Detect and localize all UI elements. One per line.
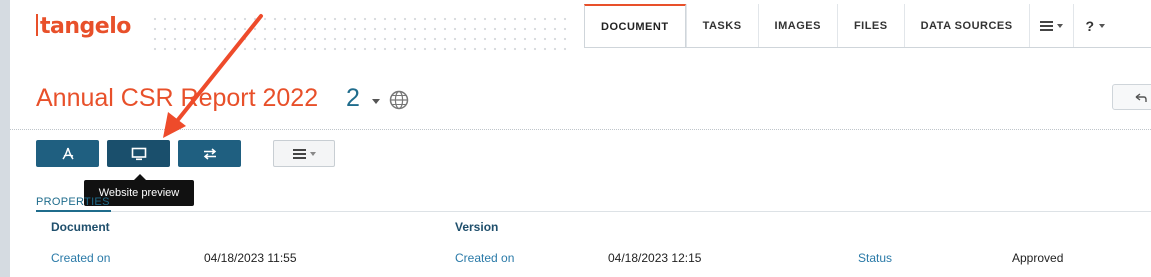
title-divider <box>10 129 1151 130</box>
chevron-down-icon <box>1056 24 1063 28</box>
status-label: Status <box>858 251 893 265</box>
globe-icon[interactable] <box>389 90 409 110</box>
more-actions-button[interactable] <box>273 140 335 167</box>
chevron-down-icon <box>309 151 316 156</box>
website-preview-button[interactable] <box>107 140 170 167</box>
back-button[interactable] <box>1112 84 1151 110</box>
swap-arrows-icon <box>203 147 216 160</box>
pdf-icon <box>61 147 74 159</box>
status-value: Approved <box>1012 251 1064 265</box>
compare-button[interactable] <box>178 140 241 167</box>
monitor-icon <box>131 147 146 160</box>
pdf-button[interactable] <box>36 140 99 167</box>
chevron-down-icon <box>1098 24 1105 28</box>
active-tab-underline <box>36 210 111 212</box>
hamburger-icon <box>1039 21 1053 31</box>
version-section-heading: Version <box>455 220 499 234</box>
properties-divider <box>36 211 1151 212</box>
version-chevron-down-icon[interactable] <box>372 99 380 104</box>
tab-data-sources[interactable]: DATA SOURCES <box>903 4 1029 48</box>
main-tabs: DOCUMENT TASKS IMAGES FILES DATA SOURCES… <box>584 4 1117 48</box>
hamburger-icon <box>292 148 306 159</box>
tab-tasks[interactable]: TASKS <box>685 4 758 48</box>
version-created-on-label: Created on <box>455 251 515 265</box>
tab-images[interactable]: IMAGES <box>757 4 837 48</box>
tab-help-dropdown[interactable]: ? <box>1072 4 1117 48</box>
decorative-dot-pattern <box>150 14 570 54</box>
document-created-on-value: 04/18/2023 11:55 <box>204 251 297 265</box>
version-created-on-value: 04/18/2023 12:15 <box>608 251 702 265</box>
document-section-heading: Document <box>51 220 110 234</box>
version-number[interactable]: 2 <box>346 84 360 113</box>
tabs-divider <box>584 47 1151 48</box>
app-logo[interactable]: tangelo <box>36 14 131 39</box>
document-title: Annual CSR Report 2022 <box>36 84 319 112</box>
left-rail <box>0 0 10 277</box>
tab-files[interactable]: FILES <box>836 4 904 48</box>
tab-menu-dropdown[interactable] <box>1028 4 1073 48</box>
back-arrow-icon <box>1135 93 1147 102</box>
tab-properties[interactable]: PROPERTIES <box>36 196 110 208</box>
document-created-on-label: Created on <box>51 251 111 265</box>
help-icon: ? <box>1085 18 1095 34</box>
tab-document[interactable]: DOCUMENT <box>584 4 686 48</box>
